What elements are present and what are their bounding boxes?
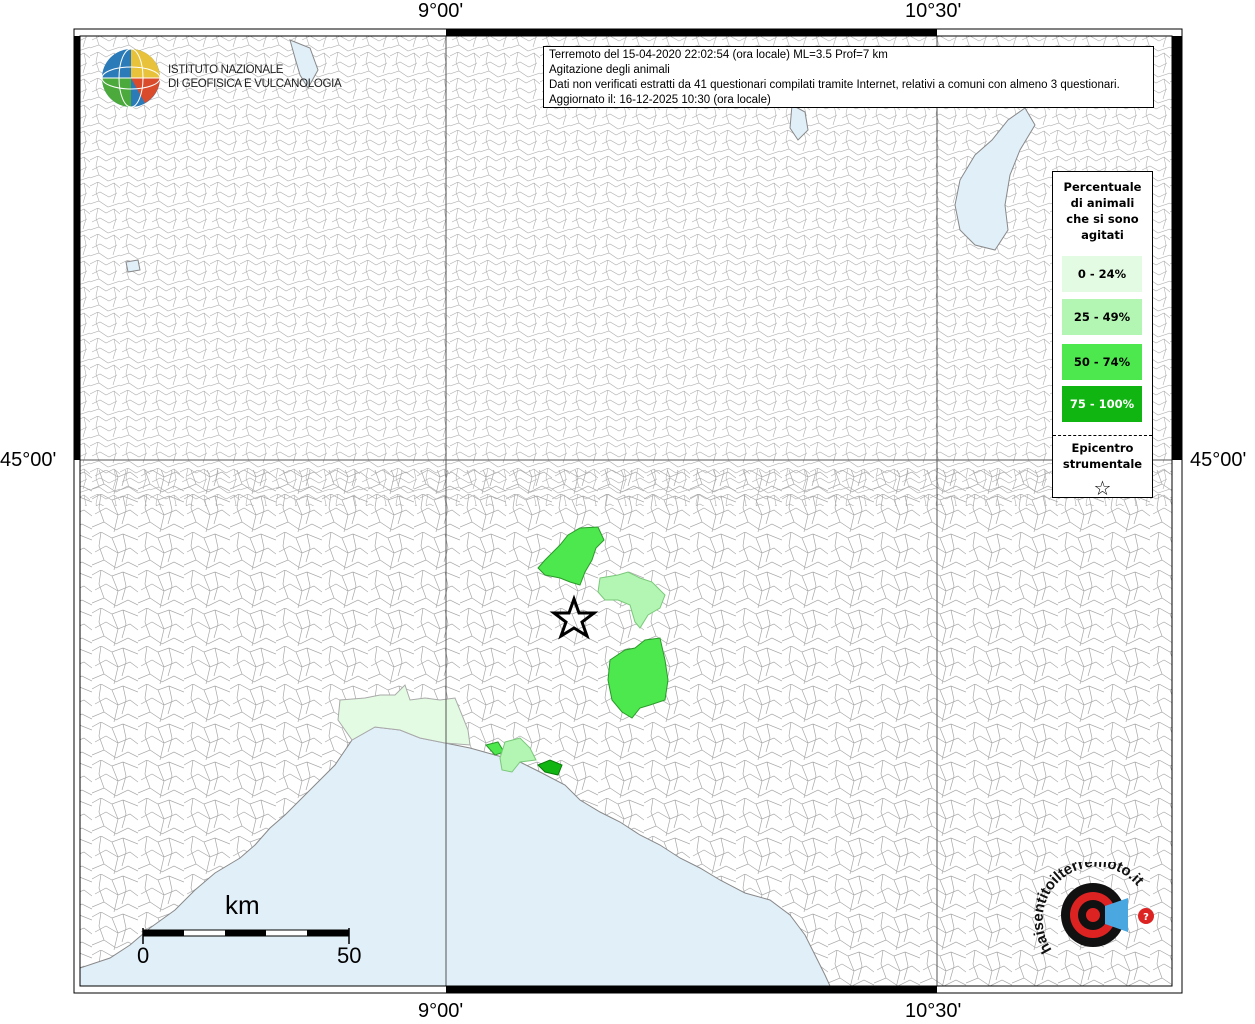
legend-title-line: Percentuale bbox=[1063, 180, 1142, 194]
info-line2: Agitazione degli animali bbox=[549, 64, 670, 76]
ingv-logo-text: ISTITUTO NAZIONALE DI GEOFISICA E VULCAN… bbox=[168, 63, 342, 91]
svg-text:haisentitoilterremoto.it: haisentitoilterremoto.it bbox=[1032, 862, 1147, 957]
coord-top-9: 9°00' bbox=[418, 0, 464, 22]
coord-bottom-10-30: 10°30' bbox=[905, 1000, 962, 1022]
ingv-logo-globe bbox=[101, 48, 161, 108]
coord-right-45: 45°00' bbox=[1190, 449, 1247, 471]
frame-bar-top bbox=[446, 29, 937, 36]
legend-divider bbox=[1053, 435, 1152, 436]
ingv-logo-line2: DI GEOFISICA E VULCANOLOGIA bbox=[168, 78, 342, 90]
legend-title-line: agitati bbox=[1081, 228, 1124, 242]
legend-epicenter-line: Epicentro bbox=[1071, 441, 1134, 455]
ingv-logo-line1: ISTITUTO NAZIONALE bbox=[168, 64, 284, 76]
scale-min: 0 bbox=[137, 943, 150, 968]
coord-top-10-30: 10°30' bbox=[905, 0, 962, 22]
scale-unit: km bbox=[225, 890, 260, 920]
legend-item-0-24: 0 - 24% bbox=[1062, 256, 1142, 292]
legend-title-line: di animali bbox=[1070, 196, 1135, 210]
info-box: Terremoto del 15-04-2020 22:02:54 (ora l… bbox=[543, 46, 1154, 108]
hsf-watermark-text: haisentitoilterremoto.it www. bbox=[1032, 862, 1147, 957]
frame-bar-right bbox=[1172, 36, 1182, 460]
legend-item-75-100: 75 - 100% bbox=[1062, 386, 1142, 422]
legend-item-50-74: 50 - 74% bbox=[1062, 344, 1142, 380]
small-lake bbox=[125, 259, 141, 273]
coord-bottom-9: 9°00' bbox=[418, 1000, 464, 1022]
info-line1: Terremoto del 15-04-2020 22:02:54 (ora l… bbox=[549, 49, 888, 61]
frame-bar-left bbox=[74, 36, 80, 460]
legend-epicenter-line: strumentale bbox=[1062, 457, 1143, 471]
legend: Percentuale di animali che si sono agita… bbox=[1052, 171, 1153, 500]
coord-left-45: 45°00' bbox=[0, 449, 57, 471]
info-line4: Aggiornato il: 16-12-2025 10:30 (ora loc… bbox=[549, 94, 771, 106]
frame-bar-bottom bbox=[446, 986, 937, 993]
hsf-main-text: haisentitoilterremoto.it bbox=[1032, 862, 1147, 957]
scale-max: 50 bbox=[337, 943, 362, 968]
legend-epicenter-label: Epicentro strumentale bbox=[1053, 440, 1152, 472]
info-line3: Dati non verificati estratti da 41 quest… bbox=[549, 79, 1120, 91]
legend-item-25-49: 25 - 49% bbox=[1062, 299, 1142, 335]
legend-title-line: che si sono bbox=[1066, 212, 1139, 226]
legend-title: Percentuale di animali che si sono agita… bbox=[1053, 179, 1152, 243]
legend-star-icon: ☆ bbox=[1093, 476, 1112, 500]
